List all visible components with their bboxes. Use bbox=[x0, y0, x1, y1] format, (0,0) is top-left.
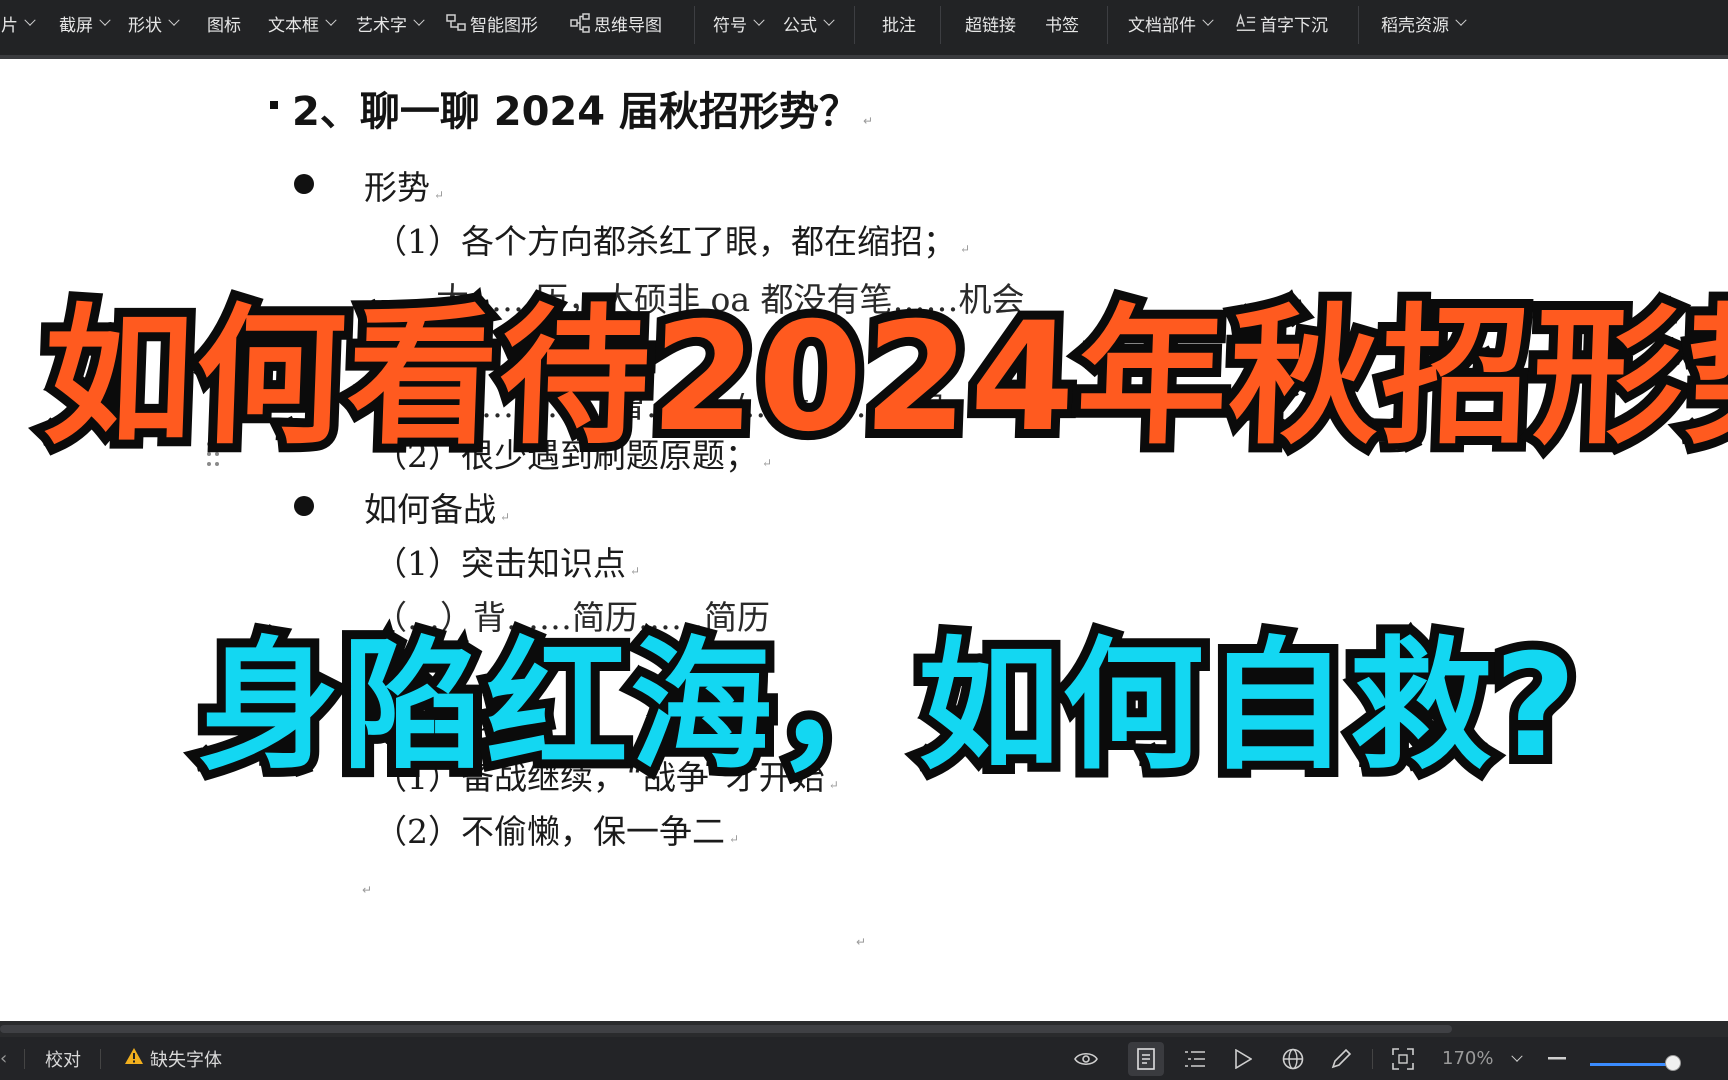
overlay-title-line1: 如何看待2024年秋招形势 bbox=[31, 282, 1728, 474]
zoom-slider-knob[interactable] bbox=[1664, 1055, 1681, 1071]
picture-menu-label: 图片 bbox=[0, 15, 18, 36]
status-left-arrow[interactable]: ‹ bbox=[0, 1037, 7, 1080]
chevron-down-icon bbox=[24, 14, 36, 26]
screenshot-menu-label: 截屏 bbox=[59, 15, 93, 36]
toolbar-divider bbox=[1107, 6, 1108, 44]
chevron-down-icon bbox=[753, 14, 765, 26]
zoom-out-button[interactable] bbox=[1548, 1037, 1566, 1080]
mind-map-button[interactable]: 思维导图 bbox=[570, 0, 662, 46]
symbol-menu-label: 符号 bbox=[713, 15, 747, 36]
pen-icon[interactable] bbox=[1330, 1037, 1352, 1080]
zoom-level-value: 170% bbox=[1442, 1048, 1494, 1069]
textbox-menu-label: 文本框 bbox=[268, 15, 319, 36]
formula-menu-label: 公式 bbox=[783, 15, 817, 36]
drop-cap-label: 首字下沉 bbox=[1260, 15, 1328, 36]
chevron-down-icon bbox=[99, 14, 111, 26]
chevron-down-icon bbox=[1511, 1050, 1524, 1062]
paragraph-mark: ↵ bbox=[856, 935, 867, 949]
outline-view-icon[interactable] bbox=[1184, 1037, 1206, 1080]
doc-parts-label: 文档部件 bbox=[1128, 15, 1196, 36]
web-icon[interactable] bbox=[1282, 1037, 1304, 1080]
chevron-left-icon: ‹ bbox=[0, 1048, 8, 1069]
hyperlink-button[interactable]: 超链接 bbox=[965, 0, 1016, 46]
mind-map-icon bbox=[570, 13, 590, 33]
comment-button[interactable]: 批注 bbox=[882, 0, 916, 46]
overlay-title-line2: 身陷红海，如何自救? bbox=[189, 615, 1585, 798]
zoom-slider-fill bbox=[1590, 1063, 1672, 1066]
status-bar: ‹ 校对 缺失字体 170% bbox=[0, 1037, 1728, 1080]
fit-screen-icon[interactable] bbox=[1392, 1037, 1414, 1080]
picture-menu[interactable]: 图片 bbox=[0, 0, 36, 46]
chevron-down-icon bbox=[413, 14, 425, 26]
comment-label: 批注 bbox=[882, 15, 916, 36]
page-view-icon[interactable] bbox=[1136, 1037, 1156, 1080]
warning-icon bbox=[124, 1047, 144, 1070]
bullet-dot bbox=[294, 174, 314, 194]
symbol-menu[interactable]: 符号 bbox=[713, 0, 765, 46]
chevron-down-icon bbox=[1202, 14, 1214, 26]
missing-fonts-label: 缺失字体 bbox=[150, 1049, 222, 1071]
bullet-heading: 如何备战 ↵ bbox=[364, 490, 511, 529]
textbox-menu[interactable]: 文本框 bbox=[268, 0, 337, 46]
bullet-text: 如何备战 bbox=[364, 490, 496, 529]
list-item-text: （2）不偷懒，保一争二 bbox=[374, 812, 725, 851]
bullet-heading: 形势 ↵ bbox=[364, 168, 445, 207]
paragraph-mark: ↵ bbox=[362, 883, 373, 897]
icon-button-label: 图标 bbox=[207, 15, 241, 36]
shape-menu[interactable]: 形状 bbox=[128, 0, 180, 46]
status-divider bbox=[1372, 1049, 1373, 1069]
status-divider bbox=[100, 1049, 101, 1069]
eye-icon[interactable] bbox=[1074, 1037, 1098, 1080]
wordart-menu-label: 艺术字 bbox=[356, 15, 407, 36]
toolbar-divider bbox=[854, 6, 855, 44]
status-divider bbox=[24, 1049, 25, 1069]
bullet-text: 形势 bbox=[364, 168, 430, 207]
chevron-down-icon bbox=[325, 14, 337, 26]
drop-cap-button[interactable]: 首字下沉 bbox=[1236, 0, 1328, 46]
zoom-level-dropdown[interactable]: 170% bbox=[1442, 1037, 1524, 1080]
heading-text: 2、聊一聊 2024 届秋招形势？ bbox=[292, 89, 860, 135]
smart-graphic-button[interactable]: 智能图形 bbox=[446, 0, 538, 46]
document-canvas[interactable]: 2、聊一聊 2024 届秋招形势？ ↵ 形势 ↵ （1）各个方向都杀红了眼，都在缩招… bbox=[0, 59, 1728, 1021]
formula-menu[interactable]: 公式 bbox=[783, 0, 835, 46]
chevron-down-icon bbox=[1455, 14, 1467, 26]
horizontal-scrollbar[interactable] bbox=[0, 1021, 1728, 1037]
heading-list-marker bbox=[270, 101, 278, 109]
smart-graphic-icon bbox=[446, 13, 466, 33]
paragraph-mark: ↵ bbox=[863, 114, 874, 128]
proofread-button[interactable]: 校对 bbox=[45, 1037, 81, 1080]
docer-resources-label: 稻壳资源 bbox=[1381, 15, 1449, 36]
list-item-text: （1）突击知识点 bbox=[374, 544, 626, 583]
document-heading: 2、聊一聊 2024 届秋招形势？ ↵ bbox=[292, 79, 873, 137]
docer-resources-menu[interactable]: 稻壳资源 bbox=[1381, 0, 1467, 46]
wordart-menu[interactable]: 艺术字 bbox=[356, 0, 425, 46]
chevron-down-icon bbox=[168, 14, 180, 26]
smart-graphic-label: 智能图形 bbox=[470, 15, 538, 36]
screenshot-menu[interactable]: 截屏 bbox=[59, 0, 111, 46]
chevron-down-icon bbox=[823, 14, 835, 26]
insert-toolbar: 图片 截屏 形状 图标 文本框 艺术字 智能图形 思维导图 符号 公式 批注 超… bbox=[0, 0, 1728, 59]
toolbar-divider bbox=[694, 6, 695, 44]
hyperlink-label: 超链接 bbox=[965, 15, 1016, 36]
doc-parts-menu[interactable]: 文档部件 bbox=[1128, 0, 1214, 46]
play-icon[interactable] bbox=[1234, 1037, 1252, 1080]
list-item: （2）不偷懒，保一争二 ↵ bbox=[374, 812, 740, 851]
mind-map-label: 思维导图 bbox=[594, 15, 662, 36]
icon-button[interactable]: 图标 bbox=[207, 0, 241, 46]
toolbar-divider bbox=[1358, 6, 1359, 44]
proofread-label: 校对 bbox=[45, 1049, 81, 1071]
drop-cap-icon bbox=[1236, 13, 1256, 33]
shape-menu-label: 形状 bbox=[128, 15, 162, 36]
scrollbar-thumb[interactable] bbox=[0, 1025, 1452, 1033]
bookmark-button[interactable]: 书签 bbox=[1045, 0, 1079, 46]
toolbar-divider bbox=[940, 6, 941, 44]
missing-fonts-button[interactable]: 缺失字体 bbox=[124, 1037, 222, 1080]
list-item: （1）突击知识点 ↵ bbox=[374, 544, 641, 583]
bookmark-label: 书签 bbox=[1045, 15, 1079, 36]
bullet-dot bbox=[294, 496, 314, 516]
